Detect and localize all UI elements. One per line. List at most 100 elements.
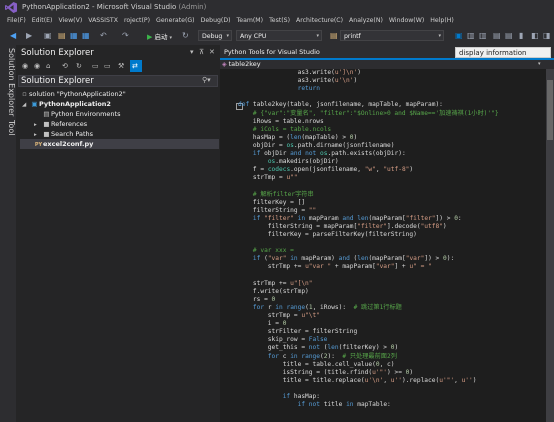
- function-icon: ◈: [222, 61, 227, 68]
- play-icon: ▶: [147, 33, 153, 41]
- search-icon[interactable]: ⚲▾: [202, 76, 211, 84]
- pin-icon[interactable]: ⊼: [199, 48, 204, 56]
- python-project-icon: ▣: [31, 100, 38, 108]
- sync-icon[interactable]: ⟲: [62, 62, 68, 70]
- code-line: filterString = "": [238, 206, 317, 214]
- code-line: if hasMap:: [282, 393, 320, 400]
- preview-icon: ⇄: [132, 62, 138, 70]
- save-icon[interactable]: ▦: [70, 31, 78, 41]
- tooltip: display information: [455, 47, 551, 58]
- python-file-icon: PY: [34, 142, 43, 148]
- window-title: PythonApplication2 - Microsoft Visual St…: [22, 3, 207, 11]
- code-line: title = title.replace(u'\n', u'').replac…: [238, 376, 477, 384]
- menu-edit[interactable]: Edit(E): [29, 15, 56, 28]
- tree-item-project[interactable]: ◢ ▣PythonApplication2: [22, 99, 111, 109]
- code-line: filterKey = []: [238, 198, 306, 206]
- solution-icon: ▫: [22, 90, 27, 98]
- undo-icon[interactable]: ↶: [100, 31, 107, 41]
- chevron-down-icon[interactable]: ▾: [538, 61, 541, 67]
- search-label: Solution Explorer: [21, 76, 94, 86]
- tree-item-references[interactable]: ▸ ■References: [34, 119, 87, 129]
- code-line: for c in range(2): # 只处理最前面2列: [267, 352, 397, 360]
- tree-item-search-paths[interactable]: ▸ ■Search Paths: [34, 129, 93, 139]
- collapse-all-icon[interactable]: ▭: [92, 62, 99, 70]
- toolbar-icon-3[interactable]: ▥: [479, 31, 487, 41]
- menu-project[interactable]: roject(P): [121, 15, 153, 28]
- code-line: # iCols = table.ncols: [252, 125, 332, 133]
- member-navigation-select[interactable]: ◈ table2key: [222, 60, 548, 69]
- save-all-icon[interactable]: ▦: [82, 31, 90, 41]
- properties-icon[interactable]: ⚒: [118, 62, 124, 70]
- redo-icon[interactable]: ↷: [122, 31, 129, 41]
- code-line: hasMap = (len(mapTable) > 0): [238, 133, 358, 141]
- back-icon[interactable]: ◉: [22, 62, 28, 70]
- open-folder-icon[interactable]: ▤: [58, 31, 66, 41]
- toolbox-vertical-tab[interactable]: Tool: [0, 120, 16, 140]
- code-line: as3.write(u'\n'): [238, 77, 358, 85]
- bookmark-icon[interactable]: ▮: [519, 31, 523, 41]
- code-line: for r in range(1, iRows): # 跳过第1行标题: [252, 303, 402, 311]
- menu-bar: File(F) Edit(E) View(V) VASSISTX roject(…: [0, 15, 554, 28]
- code-line: return: [297, 85, 320, 93]
- code-text: as3.write(u']\n') as3.write(u'\n') retur…: [238, 69, 544, 422]
- code-line: if objDir and not os.path.exists(objDir)…: [252, 150, 406, 157]
- menu-vassistx[interactable]: VASSISTX: [85, 15, 121, 28]
- scrollbar-thumb[interactable]: [547, 80, 553, 140]
- code-line: iRows = table.nrows: [238, 117, 324, 125]
- editor-gutter: [220, 69, 234, 422]
- menu-debug[interactable]: Debug(D): [198, 15, 234, 28]
- menu-window[interactable]: Window(W): [386, 15, 427, 28]
- start-button[interactable]: ▶ 启动 ▾: [147, 31, 172, 41]
- menu-analyze[interactable]: Analyze(N): [346, 15, 386, 28]
- forward-icon[interactable]: ◉: [34, 62, 40, 70]
- home-icon[interactable]: ⌂: [46, 62, 50, 70]
- code-line: title = table.cell_value(0, c): [238, 360, 395, 368]
- forward-icon[interactable]: ▶: [26, 31, 32, 41]
- code-line: get_this = not (len(filterKey) > 0): [238, 344, 399, 352]
- search-paths-icon: ■: [43, 130, 50, 138]
- code-line: f.write(strTmp): [238, 287, 309, 295]
- environments-icon: ▤: [43, 110, 50, 118]
- tree-item-solution[interactable]: ▫ solution "PythonApplication2": [20, 89, 125, 99]
- code-line: i = 0: [238, 320, 287, 328]
- code-line: if not title in mapTable:: [297, 401, 391, 409]
- find-combo[interactable]: printf ▾: [340, 30, 444, 41]
- references-icon: ■: [43, 120, 50, 128]
- code-line: f = codecs.open(jsonfilename, "w", "utf-…: [238, 166, 414, 174]
- code-line: strTmp += u"var " + mapParam["var"] + u"…: [238, 263, 432, 271]
- tree-item-excel2conf[interactable]: PYexcel2conf.py: [20, 139, 219, 149]
- toolbar-icon-2[interactable]: ▥: [467, 31, 475, 41]
- indent-icon[interactable]: ▤: [493, 31, 501, 41]
- menu-team[interactable]: Team(M): [234, 15, 267, 28]
- code-line: filterString = mapParam["filter"].decode…: [238, 222, 447, 230]
- toolbar-icon-1[interactable]: ▣: [455, 31, 463, 41]
- solution-platform-select[interactable]: Any CPU ▾: [236, 30, 322, 41]
- menu-generate[interactable]: Generate(G): [153, 15, 198, 28]
- solution-explorer-title: Solution Explorer: [21, 48, 94, 58]
- refresh-icon[interactable]: ↻: [76, 62, 82, 70]
- back-icon[interactable]: ◀: [10, 31, 16, 41]
- solution-configuration-select[interactable]: Debug ▾: [198, 30, 232, 41]
- menu-architecture[interactable]: Architecture(C): [293, 15, 346, 28]
- code-line: strFilter = filterString: [238, 328, 358, 336]
- prev-bookmark-icon[interactable]: ◧: [531, 31, 539, 41]
- find-in-files-icon[interactable]: ▤: [330, 31, 338, 41]
- code-line: objDir = os.path.dirname(jsonfilename): [238, 141, 395, 149]
- code-line: if ("var" in mapParam) and (len(mapParam…: [252, 255, 455, 263]
- code-line: # {"var":"变量名", "filter":"$Online>0 and …: [252, 109, 499, 117]
- close-icon[interactable]: ✕: [209, 48, 215, 56]
- refresh-icon[interactable]: ↻: [182, 31, 189, 41]
- menu-view[interactable]: View(V): [55, 15, 85, 28]
- menu-file[interactable]: File(F): [4, 15, 29, 28]
- code-line: # 解析filter字符串: [252, 190, 314, 198]
- menu-help[interactable]: Help(H): [427, 15, 457, 28]
- outdent-icon[interactable]: ▤: [505, 31, 513, 41]
- next-bookmark-icon[interactable]: ◨: [543, 31, 551, 41]
- show-all-files-icon[interactable]: ▭: [104, 62, 111, 70]
- code-line: skip_row = False: [238, 336, 328, 344]
- menu-test[interactable]: Test(S): [266, 15, 293, 28]
- tree-item-python-environments[interactable]: ▤Python Environments: [34, 109, 120, 119]
- dropdown-icon[interactable]: ▾: [190, 48, 194, 56]
- expand-arrow-icon[interactable]: ◢: [22, 100, 30, 110]
- new-project-icon[interactable]: ▣: [44, 31, 52, 41]
